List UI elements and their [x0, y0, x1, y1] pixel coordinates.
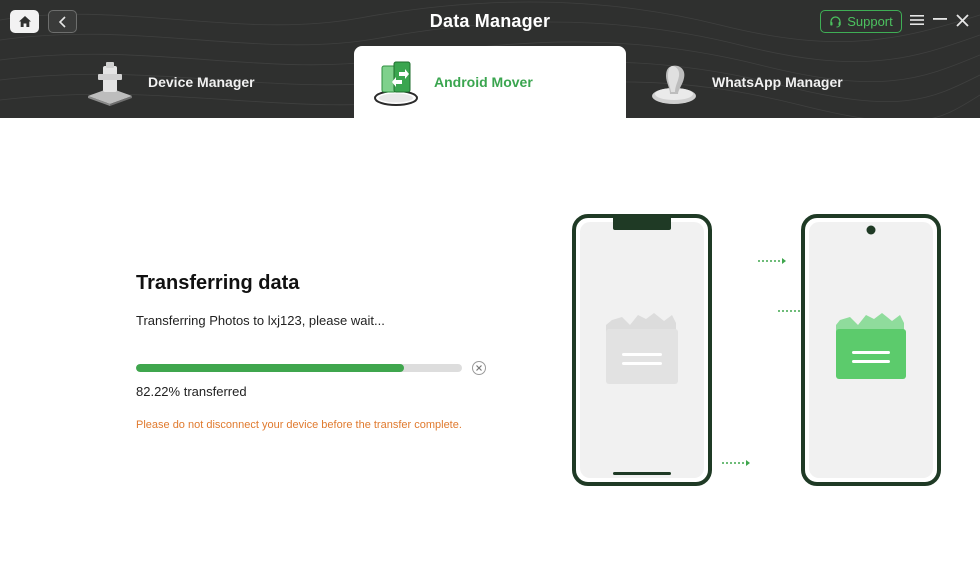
headset-icon — [830, 16, 841, 28]
tab-label: Android Mover — [434, 74, 533, 90]
cancel-transfer-button[interactable] — [472, 361, 486, 375]
menu-button[interactable] — [908, 10, 926, 30]
photo-folder-gray-icon — [606, 313, 678, 384]
tab-label: WhatsApp Manager — [712, 74, 843, 90]
close-icon — [955, 13, 969, 27]
transfer-arrows — [722, 258, 800, 466]
warning-text: Please do not disconnect your device bef… — [136, 419, 462, 431]
progress-bar-fill — [136, 364, 405, 372]
device-manager-icon — [88, 62, 132, 106]
progress-percent-text: 82.22% transferred — [136, 384, 247, 399]
transfer-status-text: Transferring Photos to lxj123, please wa… — [136, 313, 385, 328]
tab-device-manager[interactable]: Device Manager — [84, 46, 324, 118]
minimize-icon — [933, 18, 947, 20]
source-phone — [572, 214, 712, 486]
home-icon — [18, 16, 31, 27]
support-label: Support — [847, 14, 893, 29]
transfer-illustration — [572, 214, 941, 486]
chevron-left-icon — [58, 15, 66, 28]
tab-whatsapp-manager[interactable]: WhatsApp Manager — [648, 46, 908, 118]
android-mover-icon — [374, 61, 418, 106]
app-header: Data Manager Support Device Manager Andr… — [0, 0, 980, 118]
close-icon — [476, 365, 482, 371]
tab-label: Device Manager — [148, 74, 255, 90]
support-button[interactable]: Support — [820, 10, 902, 33]
minimize-button[interactable] — [931, 10, 949, 30]
back-button[interactable] — [48, 10, 77, 33]
close-button[interactable] — [953, 10, 971, 30]
home-button[interactable] — [10, 10, 39, 33]
hamburger-menu-icon — [910, 15, 924, 25]
progress-bar — [136, 364, 462, 372]
whatsapp-manager-icon — [652, 65, 696, 104]
target-phone — [801, 214, 941, 486]
tab-android-mover[interactable]: Android Mover — [354, 46, 626, 118]
page-title: Transferring data — [136, 272, 300, 294]
photo-folder-green-icon — [836, 313, 906, 379]
